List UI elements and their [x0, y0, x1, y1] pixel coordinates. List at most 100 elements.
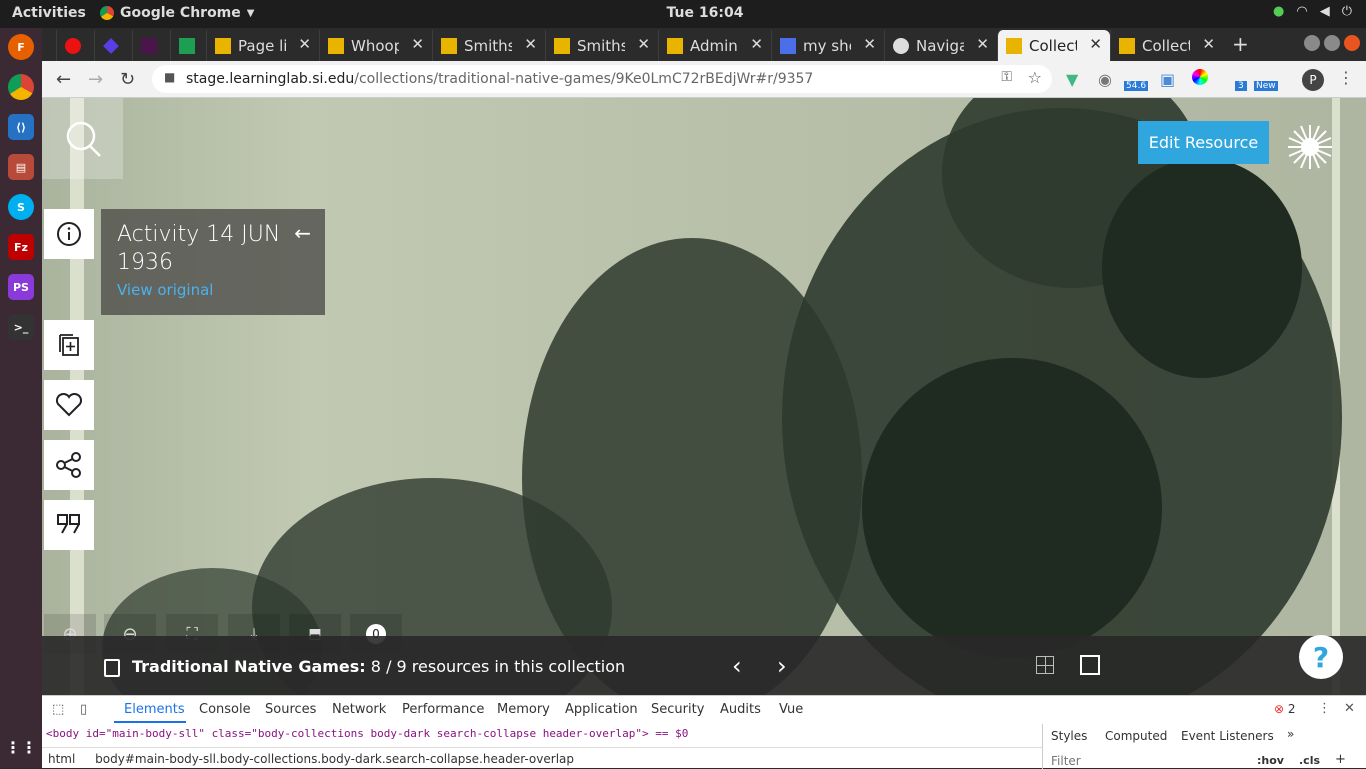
vue-devtools-icon[interactable]: ▼	[1066, 70, 1078, 89]
new-badge[interactable]: New	[1254, 81, 1278, 91]
arrow-left-icon[interactable]: ←	[294, 221, 311, 245]
single-view-icon[interactable]	[1080, 655, 1100, 675]
cls-toggle[interactable]: .cls	[1299, 754, 1320, 767]
tab[interactable]	[56, 30, 92, 61]
devtools-tab-network[interactable]: Network	[332, 702, 386, 717]
close-window-icon[interactable]	[1344, 35, 1360, 51]
close-icon[interactable]: ✕	[524, 35, 537, 53]
inspect-icon[interactable]: ⬚	[52, 702, 64, 717]
tab[interactable]: Naviga ✕	[884, 30, 997, 61]
devtools-menu-icon[interactable]: ⋮	[1318, 701, 1331, 716]
event-listeners-tab[interactable]: Event Listeners	[1181, 729, 1274, 743]
close-icon[interactable]: ✕	[411, 35, 424, 53]
share-button[interactable]	[44, 440, 94, 490]
tab[interactable]	[94, 30, 130, 61]
devtools-tab-vue[interactable]: Vue	[779, 702, 803, 717]
terminal-icon[interactable]: >_	[8, 314, 34, 340]
filezilla-icon[interactable]: Fz	[8, 234, 34, 260]
devtools-tab-performance[interactable]: Performance	[402, 702, 484, 717]
devtools-tab-security[interactable]: Security	[651, 702, 704, 717]
url-bar[interactable]: ■ stage.learninglab.si.edu/collections/t…	[152, 65, 1052, 93]
add-to-collection-button[interactable]	[44, 320, 94, 370]
tab[interactable]: Collect ✕	[1110, 30, 1223, 61]
color-picker-icon[interactable]	[1192, 69, 1208, 85]
activities-button[interactable]: Activities	[12, 5, 86, 21]
cite-button[interactable]	[44, 500, 94, 550]
firefox-icon[interactable]: F	[8, 34, 34, 60]
more-tabs-icon[interactable]: »	[1287, 727, 1294, 741]
minimize-icon[interactable]	[1304, 35, 1320, 51]
search-button[interactable]	[42, 98, 123, 179]
grid-view-icon[interactable]	[1036, 656, 1054, 674]
error-count[interactable]: ⊗ 2	[1274, 702, 1296, 716]
devtools-tab-console[interactable]: Console	[199, 702, 251, 717]
tab[interactable]: Smiths ✕	[432, 30, 545, 61]
system-tray[interactable]: ● ◠ ◀ ⏻	[1273, 4, 1352, 19]
tab[interactable]: my she ✕	[771, 30, 884, 61]
tab-title: Naviga	[916, 36, 964, 55]
ext-badge[interactable]: 3	[1235, 81, 1247, 91]
tab[interactable]	[132, 30, 168, 61]
favorite-button[interactable]	[44, 380, 94, 430]
hov-toggle[interactable]: :hov	[1257, 754, 1284, 767]
maximize-icon[interactable]	[1324, 35, 1340, 51]
dom-tree-line[interactable]: <body id="main-body-sll" class="body-col…	[42, 724, 1042, 744]
back-icon[interactable]: ←	[56, 69, 71, 90]
files-icon[interactable]: ▤	[8, 154, 34, 180]
next-resource-button[interactable]: ›	[777, 652, 787, 680]
speed-badge[interactable]: 54.6	[1124, 81, 1149, 91]
vscode-icon[interactable]: ⟨⟩	[8, 114, 34, 140]
app-menu[interactable]: Google Chrome ▼	[100, 5, 254, 21]
new-tab-button[interactable]: +	[1232, 32, 1249, 56]
devtools-close-icon[interactable]: ✕	[1344, 701, 1355, 716]
devtools-tab-elements[interactable]: Elements	[124, 702, 185, 717]
tab[interactable]: Page lis ✕	[206, 30, 319, 61]
window-controls[interactable]	[1304, 35, 1360, 51]
devtools-tab-application[interactable]: Application	[565, 702, 638, 717]
menu-icon[interactable]: ⋮	[1338, 68, 1354, 87]
styles-tab[interactable]: Styles	[1051, 729, 1087, 743]
smithsonian-sun-logo[interactable]	[1286, 123, 1334, 171]
clock[interactable]: Tue 16:04	[650, 5, 760, 21]
computed-tab[interactable]: Computed	[1105, 729, 1167, 743]
collection-label[interactable]: Traditional Native Games: 8 / 9 resource…	[132, 657, 625, 676]
close-icon[interactable]: ✕	[637, 35, 650, 53]
close-icon[interactable]: ✕	[750, 35, 763, 53]
edit-resource-button[interactable]: Edit Resource	[1138, 121, 1269, 164]
close-icon[interactable]: ✕	[863, 35, 876, 53]
close-icon[interactable]: ✕	[1202, 35, 1215, 53]
chrome-icon[interactable]	[8, 74, 34, 100]
tab[interactable]: Whoop ✕	[319, 30, 432, 61]
device-toolbar-icon[interactable]: ▯	[80, 702, 87, 717]
view-original-link[interactable]: View original	[117, 281, 309, 299]
key-icon[interactable]: ⚿	[1001, 69, 1012, 85]
add-rule-icon[interactable]: +	[1335, 752, 1346, 767]
tab[interactable]	[170, 30, 206, 61]
breadcrumb-body[interactable]: body#main-body-sll.body-collections.body…	[95, 752, 574, 766]
tab[interactable]: Smiths ✕	[545, 30, 658, 61]
resource-image[interactable]	[42, 98, 1366, 695]
previous-resource-button[interactable]: ‹	[732, 652, 742, 680]
phpstorm-icon[interactable]: PS	[8, 274, 34, 300]
info-button[interactable]	[44, 209, 94, 259]
devtools-tab-memory[interactable]: Memory	[497, 702, 550, 717]
close-icon[interactable]: ✕	[976, 35, 989, 53]
styles-filter-input[interactable]: Filter	[1051, 754, 1081, 768]
screen-icon[interactable]: ▣	[1160, 70, 1175, 89]
forward-icon[interactable]: →	[88, 69, 103, 90]
breadcrumb-html[interactable]: html	[48, 752, 75, 766]
camera-icon[interactable]: ◉	[1098, 70, 1112, 89]
close-icon[interactable]: ✕	[298, 35, 311, 53]
close-icon[interactable]: ✕	[1089, 35, 1102, 53]
reload-icon[interactable]: ↻	[120, 69, 135, 90]
star-icon[interactable]: ☆	[1028, 68, 1042, 87]
devtools-tab-audits[interactable]: Audits	[720, 702, 761, 717]
tab[interactable]: Admin ✕	[658, 30, 771, 61]
skype-icon[interactable]: S	[8, 194, 34, 220]
profile-avatar[interactable]: P	[1302, 69, 1324, 91]
tab-favicon	[103, 37, 119, 54]
devtools-tab-sources[interactable]: Sources	[265, 702, 316, 717]
help-button[interactable]: ?	[1299, 635, 1343, 679]
tab-active[interactable]: Collect ✕	[997, 30, 1110, 61]
app-grid-icon[interactable]: ⋮⋮	[5, 734, 37, 760]
